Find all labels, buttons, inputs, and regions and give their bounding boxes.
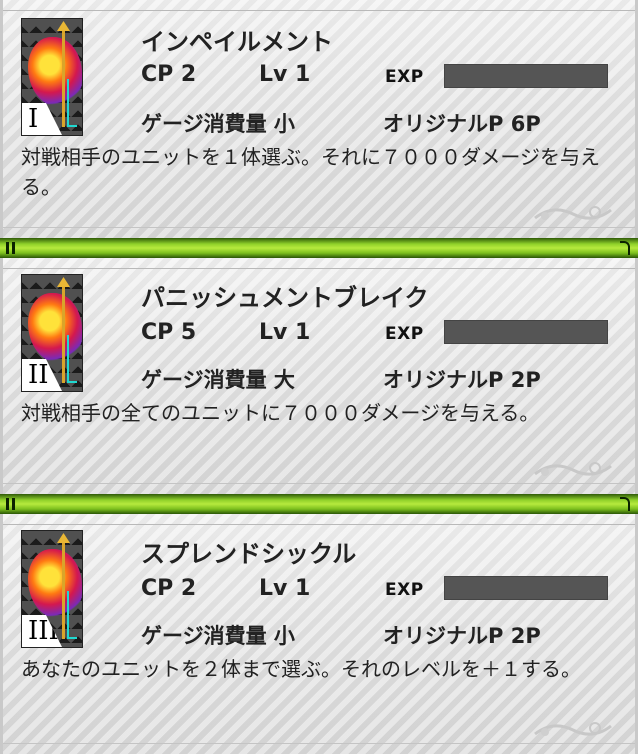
ornament-icon [534, 722, 612, 736]
skill-description: 対戦相手のユニットを１体選ぶ。それに７０００ダメージを与える。 [21, 145, 600, 199]
skill-name: スプレンドシックル [141, 540, 357, 568]
skill-card-art: II [21, 274, 83, 392]
exp-bar [444, 320, 608, 344]
skill-card-2: II パニッシュメントブレイク CP 5 Lv 1 EXP ゲージ消費量 大 オ… [0, 258, 638, 494]
divider-bar [0, 238, 638, 258]
exp-label: EXP [385, 580, 424, 600]
original-points: オリジナルP 2P [383, 368, 541, 392]
skill-level: Lv 1 [259, 62, 311, 87]
exp-bar [444, 64, 608, 88]
skill-level: Lv 1 [259, 320, 311, 345]
skill-name: インペイルメント [141, 28, 333, 56]
skill-numeral: III [22, 615, 62, 647]
divider-bar [0, 494, 638, 514]
skill-card-art: III [21, 530, 83, 648]
skill-cp: CP 2 [141, 576, 197, 601]
exp-label: EXP [385, 324, 424, 344]
exp-label: EXP [385, 67, 424, 87]
skill-card-3: III スプレンドシックル CP 2 Lv 1 EXP ゲージ消費量 小 オリジ… [0, 514, 638, 754]
original-points: オリジナルP 2P [383, 624, 541, 648]
skill-numeral: II [22, 359, 62, 391]
skill-description: あなたのユニットを２体まで選ぶ。それのレベルを＋１する。 [21, 657, 581, 681]
skill-cp: CP 2 [141, 62, 197, 87]
skill-name: パニッシュメントブレイク [141, 284, 429, 312]
gauge-cost: ゲージ消費量 小 [141, 624, 295, 648]
gauge-cost: ゲージ消費量 小 [141, 112, 295, 136]
skill-description: 対戦相手の全てのユニットに７０００ダメージを与える。 [21, 401, 540, 425]
original-points: オリジナルP 6P [383, 112, 541, 136]
skill-card-art: I [21, 18, 83, 136]
skill-level: Lv 1 [259, 576, 311, 601]
skill-numeral: I [22, 103, 62, 135]
ornament-icon [534, 462, 612, 476]
gauge-cost: ゲージ消費量 大 [141, 368, 295, 392]
skill-cp: CP 5 [141, 320, 197, 345]
skill-card-1: I インペイルメント CP 2 Lv 1 EXP ゲージ消費量 小 オリジナルP… [0, 0, 638, 238]
ornament-icon [534, 206, 612, 220]
exp-bar [444, 576, 608, 600]
